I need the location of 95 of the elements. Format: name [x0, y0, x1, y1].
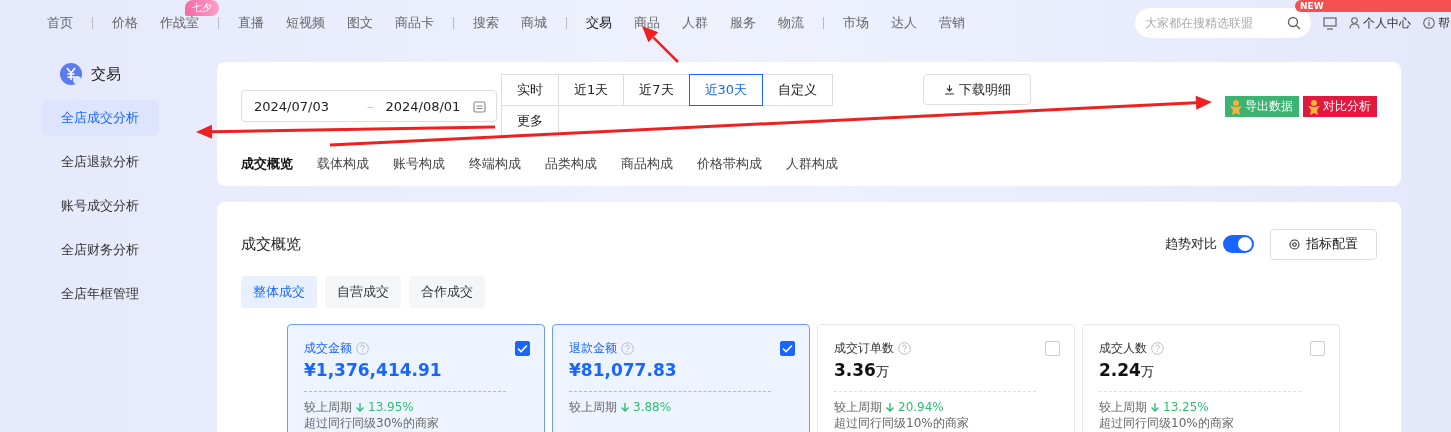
metric-value: ¥1,376,414.91 — [304, 358, 443, 381]
change-value: 3.88% — [633, 399, 672, 416]
sidebar-item[interactable]: 全店财务分析 — [41, 232, 159, 268]
metric-value: ¥81,077.83 — [569, 358, 678, 381]
nav-link[interactable]: 商品卡 — [384, 14, 445, 32]
help-icon — [621, 342, 634, 356]
promo-badge: 七夕 — [185, 0, 219, 16]
down-arrow-icon — [885, 402, 895, 413]
change-value: 13.95% — [368, 399, 414, 416]
section-tab[interactable]: 品类构成 — [545, 155, 597, 173]
user-center-link[interactable]: 个人中心 — [1349, 14, 1411, 32]
nav-link[interactable]: 搜索 — [462, 14, 510, 32]
section-tab[interactable]: 终端构成 — [469, 155, 521, 173]
target-icon — [1289, 238, 1300, 250]
compare-label: 较上周期 — [834, 399, 882, 416]
nav-link[interactable]: 人群 — [671, 14, 719, 32]
nav-link[interactable]: 首页 — [36, 14, 84, 32]
nav-link[interactable]: 物流 — [767, 14, 815, 32]
help-icon — [1151, 342, 1164, 356]
sidebar-item[interactable]: 全店退款分析 — [41, 144, 159, 180]
metric-card[interactable]: 成交人数 2.24万 较上周期 13.25% 超过同行同级10%的商家 — [1082, 324, 1340, 432]
range-option[interactable]: 近1天 — [558, 74, 625, 106]
nav-link[interactable]: 直播 — [227, 14, 275, 32]
sidebar-item[interactable]: 账号成交分析 — [41, 188, 159, 224]
metric-card[interactable]: 成交金额 ¥1,376,414.91 较上周期 13.95% 超过同行同级30%的商家 — [287, 324, 545, 432]
nav-link[interactable]: 交易 — [575, 14, 623, 32]
help-icon — [356, 342, 369, 356]
scope-tab[interactable]: 自营成交 — [325, 276, 401, 308]
down-arrow-icon — [1150, 402, 1160, 413]
yuan-icon — [59, 62, 83, 86]
benchmark-text: 超过同行同级10%的商家 — [1099, 416, 1235, 432]
nav-link[interactable]: 作战室 — [149, 14, 210, 32]
monitor-icon[interactable] — [1323, 16, 1337, 30]
user-icon — [1349, 17, 1360, 29]
down-arrow-icon — [355, 402, 365, 413]
section-title: 交易 — [91, 64, 121, 84]
download-button[interactable]: 下载明细 — [923, 74, 1031, 105]
range-option[interactable]: 近7天 — [623, 74, 690, 106]
down-arrow-icon — [620, 402, 630, 413]
metric-card[interactable]: 成交订单数 3.36万 较上周期 20.94% 超过同行同级10%的商家 — [817, 324, 1075, 432]
date-range-field[interactable]: 2024/07/03 – 2024/08/01 — [241, 90, 497, 122]
scope-tab[interactable]: 合作成交 — [409, 276, 485, 308]
range-option[interactable]: 更多 — [501, 105, 559, 137]
metric-title: 成交金额 — [304, 341, 352, 357]
metric-value: 2.24万 — [1099, 358, 1155, 381]
help-icon — [898, 342, 911, 356]
search-icon — [1287, 16, 1301, 30]
compare-analysis-button[interactable]: 对比分析 — [1303, 96, 1377, 117]
calendar-icon — [473, 99, 486, 113]
trend-compare-label: 趋势对比 — [1165, 235, 1217, 253]
range-option[interactable]: 实时 — [501, 74, 559, 106]
metric-checkbox[interactable] — [780, 341, 795, 356]
new-badge: NEW — [1295, 0, 1451, 12]
section-tab[interactable]: 成交概览 — [241, 155, 293, 173]
range-option[interactable]: 自定义 — [762, 74, 834, 106]
nav-link[interactable]: 市场 — [832, 14, 880, 32]
section-tab[interactable]: 人群构成 — [786, 155, 838, 173]
search-field[interactable]: 大家都在搜精选联盟 — [1135, 8, 1311, 38]
nav-link[interactable]: 达人 — [880, 14, 928, 32]
sidebar-item[interactable]: 全店成交分析 — [41, 100, 159, 136]
metric-checkbox[interactable] — [515, 341, 530, 356]
metric-title: 成交订单数 — [834, 341, 894, 357]
section-tab[interactable]: 价格带构成 — [697, 155, 762, 173]
help-link[interactable]: 帮 — [1423, 14, 1451, 32]
compare-label: 较上周期 — [1099, 399, 1147, 416]
info-icon — [1423, 17, 1435, 29]
metric-card[interactable]: 退款金额 ¥81,077.83 较上周期 3.88% — [552, 324, 810, 432]
change-value: 13.25% — [1163, 399, 1209, 416]
overview-title: 成交概览 — [241, 234, 301, 254]
benchmark-text: 超过同行同级30%的商家 — [304, 416, 440, 432]
benchmark-text: 超过同行同级10%的商家 — [834, 416, 970, 432]
nav-link[interactable]: 营销 — [928, 14, 976, 32]
compare-label: 较上周期 — [569, 399, 617, 416]
figure-icon — [1307, 98, 1321, 115]
metric-config-button[interactable]: 指标配置 — [1270, 228, 1377, 260]
metric-title: 退款金额 — [569, 341, 617, 357]
section-tab[interactable]: 商品构成 — [621, 155, 673, 173]
range-option[interactable]: 近30天 — [688, 74, 764, 106]
scope-tab[interactable]: 整体成交 — [241, 276, 317, 308]
change-value: 20.94% — [898, 399, 944, 416]
nav-link[interactable]: 商品 — [623, 14, 671, 32]
nav-link[interactable]: 商城 — [510, 14, 558, 32]
nav-link[interactable]: 图文 — [336, 14, 384, 32]
sidebar-item[interactable]: 全店年框管理 — [41, 276, 159, 312]
nav-link[interactable]: 服务 — [719, 14, 767, 32]
metric-value: 3.36万 — [834, 358, 890, 381]
figure-icon — [1229, 98, 1243, 115]
download-icon — [943, 84, 955, 95]
section-tab[interactable]: 账号构成 — [393, 155, 445, 173]
nav-link[interactable]: 价格 — [101, 14, 149, 32]
compare-label: 较上周期 — [304, 399, 352, 416]
metric-title: 成交人数 — [1099, 341, 1147, 357]
nav-link[interactable]: 短视频 — [275, 14, 336, 32]
trend-toggle[interactable] — [1223, 235, 1254, 253]
section-tab[interactable]: 载体构成 — [317, 155, 369, 173]
